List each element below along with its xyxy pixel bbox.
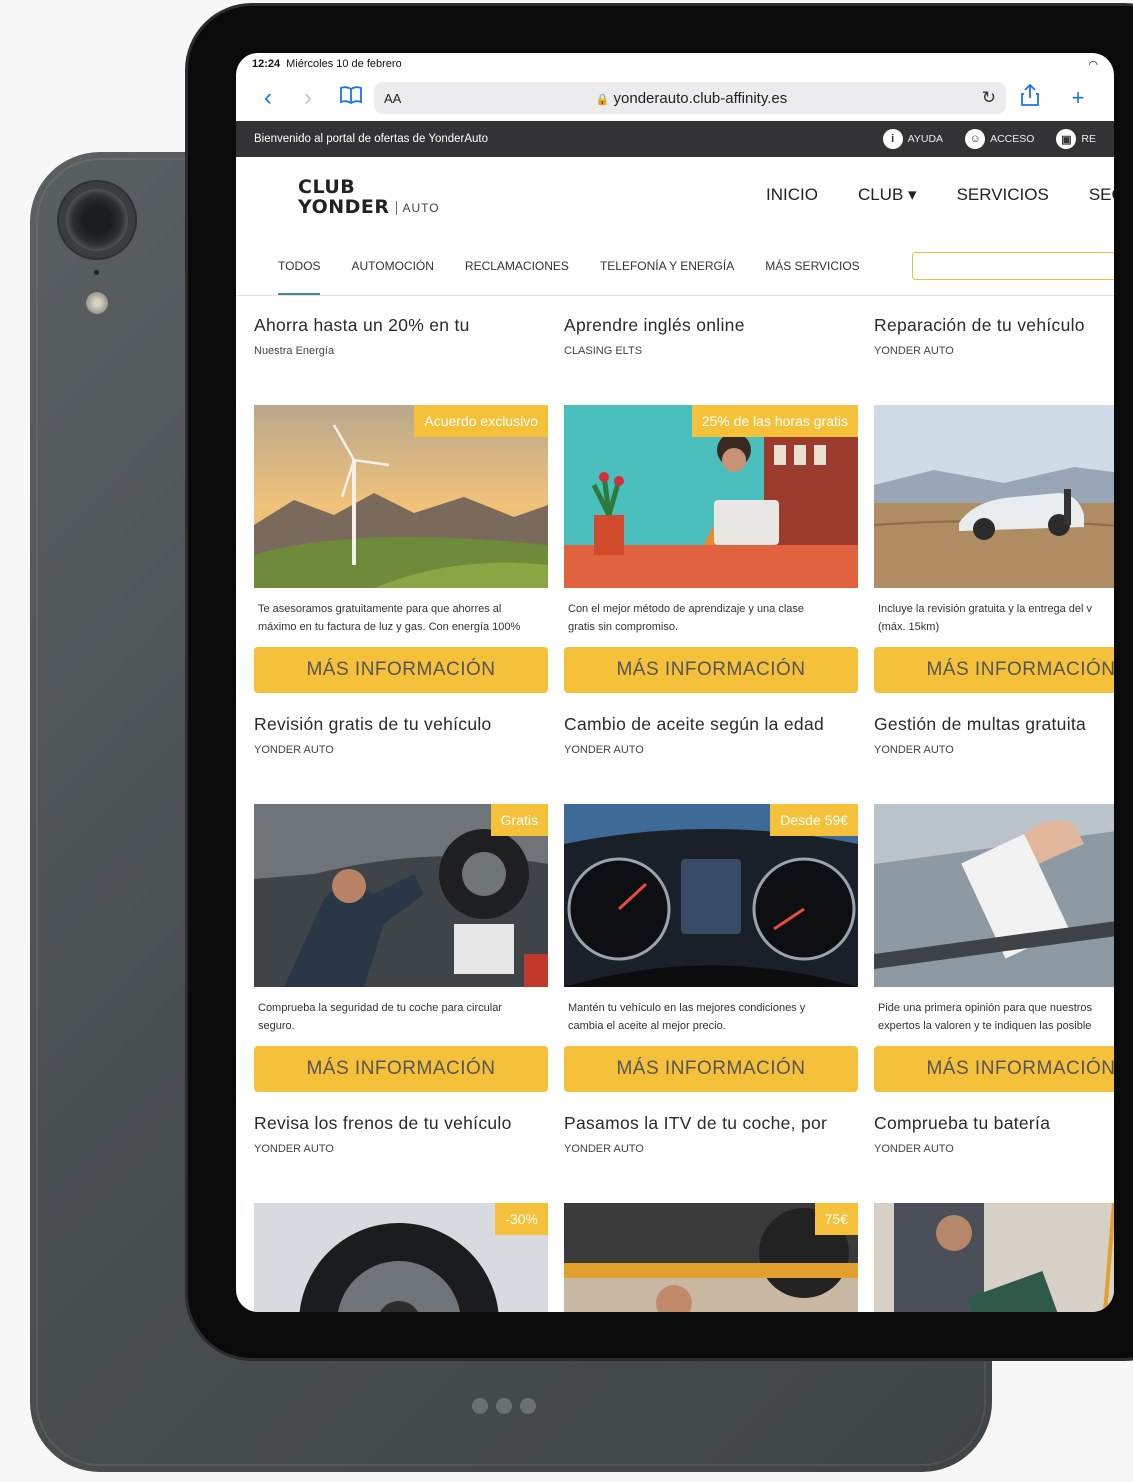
card-source: YONDER AUTO: [254, 744, 334, 756]
wifi-icon: ◠: [1088, 58, 1098, 71]
offer-card: Revisa los frenos de tu vehículo YONDER …: [254, 1113, 548, 1312]
new-tab-icon[interactable]: +: [1054, 85, 1102, 111]
card-source: YONDER AUTO: [874, 1143, 954, 1155]
nav-club[interactable]: CLUB ▾: [858, 185, 917, 205]
offer-badge: 75€: [814, 1203, 858, 1235]
flash-icon: [86, 292, 108, 314]
forward-icon[interactable]: ›: [288, 84, 328, 112]
tab-automocion[interactable]: AUTOMOCIÓN: [351, 237, 433, 295]
more-info-button[interactable]: MÁS INFORMACIÓN: [564, 647, 858, 693]
category-tabs: TODOS AUTOMOCIÓN RECLAMACIONES TELEFONÍA…: [236, 237, 1114, 296]
tab-reclamaciones[interactable]: RECLAMACIONES: [465, 237, 569, 295]
card-title: Cambio de aceite según la edad: [564, 714, 825, 734]
card-title: Revisión gratis de tu vehículo: [254, 714, 492, 734]
status-time: 12:24: [252, 58, 281, 70]
wind-turbine-image[interactable]: Acuerdo exclusivo: [254, 405, 548, 588]
mechanic-image[interactable]: Gratis: [254, 804, 548, 987]
more-info-button[interactable]: MÁS INFORMACIÓN: [254, 647, 548, 693]
smart-connector: [472, 1398, 536, 1414]
card-title: Comprueba tu batería: [874, 1113, 1051, 1133]
offer-badge: Desde 59€: [770, 804, 858, 836]
lock-icon: ▣: [1056, 129, 1077, 149]
offer-card: Reparación de tu vehículo YONDER AUTO In…: [874, 315, 1114, 695]
card-source: YONDER AUTO: [564, 1143, 644, 1155]
card-source: Nuestra Energía: [254, 345, 335, 357]
help-link[interactable]: i AYUDA: [882, 129, 943, 149]
offer-card: Aprendre inglés online CLASING ELTS 25%: [564, 315, 858, 695]
text-size-button[interactable]: AA: [384, 91, 401, 106]
welcome-text: Bienvenido al portal de ofertas de Yonde…: [254, 133, 489, 145]
offer-card: Ahorra hasta un 20% en tu Nuestra Energí…: [254, 315, 548, 695]
lock-icon: 🔒: [595, 93, 610, 106]
card-title: Pasamos la ITV de tu coche, por: [564, 1113, 828, 1133]
camera-lens-icon: [66, 189, 128, 251]
more-info-button[interactable]: MÁS INFORMACIÓN: [564, 1046, 858, 1092]
main-nav: INICIO CLUB ▾ SERVICIOS SEGU: [766, 185, 1114, 205]
offer-card: Pasamos la ITV de tu coche, por YONDER A…: [564, 1113, 858, 1312]
offer-badge: 25% de las horas gratis: [691, 405, 858, 437]
card-description: Incluye la revisión gratuita y la entreg…: [878, 603, 1093, 633]
search-input[interactable]: [912, 252, 1114, 280]
offer-card: Cambio de aceite según la edad YONDER AU…: [564, 714, 858, 1094]
offer-badge: Gratis: [490, 804, 548, 836]
status-bar: 12:24 Miércoles 10 de febrero ◠: [236, 53, 1114, 75]
car-repair-image[interactable]: [874, 405, 1114, 588]
offer-card: Gestión de multas gratuita YONDER AUTO P…: [874, 714, 1114, 1094]
battery-check-image[interactable]: [874, 1203, 1114, 1312]
welcome-bar: Bienvenido al portal de ofertas de Yonde…: [236, 121, 1114, 157]
nav-inicio[interactable]: INICIO: [766, 185, 818, 205]
tab-telefonia-energia[interactable]: TELEFONÍA Y ENERGÍA: [600, 237, 734, 295]
offer-card: Revisión gratis de tu vehículo YONDER AU…: [254, 714, 548, 1094]
nav-seguros[interactable]: SEGU: [1089, 185, 1114, 205]
card-source: YONDER AUTO: [874, 345, 954, 357]
card-source: YONDER AUTO: [564, 744, 644, 756]
card-description: Mantén tu vehículo en las mejores condic…: [568, 1002, 806, 1032]
tab-mas-servicios[interactable]: MÁS SERVICIOS: [765, 237, 859, 295]
bookmarks-icon[interactable]: [328, 85, 374, 111]
card-source: CLASING ELTS: [564, 345, 643, 357]
card-description: Te asesoramos gratuitamente para que aho…: [258, 603, 521, 633]
dashboard-image[interactable]: Desde 59€: [564, 804, 858, 987]
card-title: Gestión de multas gratuita: [874, 714, 1087, 734]
login-link[interactable]: ☺ ACCESO: [965, 129, 1034, 149]
card-title: Aprendre inglés online: [564, 315, 745, 335]
address-bar[interactable]: AA 🔒 yonderauto.club-affinity.es ↻: [374, 82, 1006, 114]
more-info-button[interactable]: MÁS INFORMACIÓN: [874, 1046, 1114, 1092]
status-date: Miércoles 10 de febrero: [286, 58, 402, 70]
info-icon: i: [882, 129, 903, 149]
more-info-button[interactable]: MÁS INFORMACIÓN: [254, 1046, 548, 1092]
nav-servicios[interactable]: SERVICIOS: [957, 185, 1049, 205]
reload-icon[interactable]: ↻: [982, 88, 996, 108]
microphone-dot: [94, 270, 99, 275]
user-icon: ☺: [965, 129, 986, 149]
back-icon[interactable]: ‹: [248, 84, 288, 112]
parking-ticket-image[interactable]: [874, 804, 1114, 987]
itv-inspection-image[interactable]: 75€: [564, 1203, 858, 1312]
ipad-screen: 12:24 Miércoles 10 de febrero ◠ ‹ › AA 🔒…: [236, 53, 1114, 1312]
card-source: YONDER AUTO: [254, 1143, 334, 1155]
card-description: Con el mejor método de aprendizaje y una…: [568, 603, 805, 633]
offer-badge: Acuerdo exclusivo: [414, 405, 548, 437]
url-text: yonderauto.club-affinity.es: [613, 89, 788, 107]
register-link[interactable]: ▣ RE: [1056, 129, 1096, 149]
card-source: YONDER AUTO: [874, 744, 954, 756]
card-title: Ahorra hasta un 20% en tu: [254, 315, 470, 335]
site-header: CLUB YONDER AUTO INICIO CLUB ▾ SERVICIOS…: [236, 157, 1114, 237]
card-description: Pide una primera opinión para que nuestr…: [878, 1002, 1093, 1032]
card-title: Reparación de tu vehículo: [874, 315, 1085, 335]
tab-todos[interactable]: TODOS: [278, 237, 321, 295]
more-info-button[interactable]: MÁS INFORMACIÓN: [874, 647, 1114, 693]
card-description: Comprueba la seguridad de tu coche para …: [258, 1002, 502, 1032]
offer-badge: -30%: [495, 1203, 548, 1235]
offer-card: Comprueba tu batería YONDER AUTO: [874, 1113, 1114, 1312]
online-english-image[interactable]: 25% de las horas gratis: [564, 405, 858, 588]
card-title: Revisa los frenos de tu vehículo: [254, 1113, 512, 1133]
brakes-image[interactable]: -30%: [254, 1203, 548, 1312]
share-icon[interactable]: [1006, 83, 1054, 113]
club-yonder-logo[interactable]: CLUB YONDER AUTO: [298, 177, 440, 217]
browser-toolbar: ‹ › AA 🔒 yonderauto.club-affinity.es ↻ +: [236, 75, 1114, 121]
